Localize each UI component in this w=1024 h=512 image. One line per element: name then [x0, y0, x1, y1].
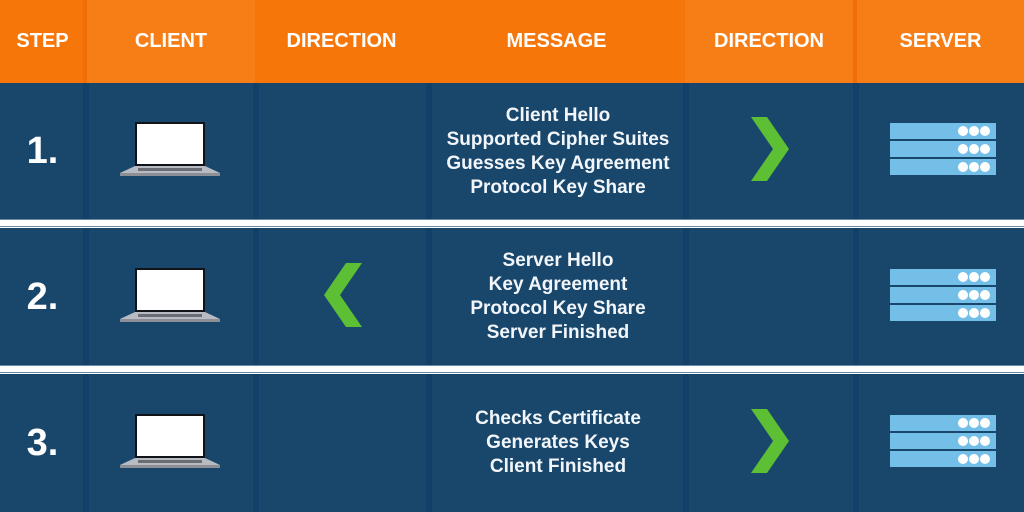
message-line: Client Hello	[505, 104, 611, 126]
header-step: STEP	[16, 30, 69, 52]
chevron-left-icon	[324, 262, 362, 332]
message-line: Supported Cipher Suites	[446, 128, 670, 150]
table-row: 2. Server Hello Key Agreement Protocol Key…	[0, 228, 1024, 366]
step-number: 1.	[26, 130, 59, 172]
message-cell: Checks Certificate Generates Keys Client F…	[434, 374, 682, 512]
server-icon	[889, 268, 996, 326]
direction-left-cell	[261, 374, 425, 512]
laptop-icon	[118, 266, 222, 329]
message-line: Key Agreement	[488, 274, 628, 295]
direction-right-cell	[688, 83, 852, 220]
direction-right-cell	[688, 374, 852, 512]
message-line: Client Finished	[489, 456, 627, 477]
server-icon	[889, 123, 996, 180]
server-cell	[861, 83, 1024, 220]
server-icon	[889, 414, 996, 472]
client-cell	[88, 228, 252, 366]
header-client: CLIENT	[87, 0, 255, 83]
message-line: Checks Certificate	[475, 408, 641, 429]
header-message: MESSAGE	[506, 30, 607, 52]
direction-left-cell	[261, 228, 425, 366]
message-line: Guesses Key Agreement	[446, 152, 670, 174]
client-cell	[88, 83, 252, 220]
message-line: Protocol Key Share	[470, 176, 646, 198]
direction-right-cell	[688, 228, 852, 366]
laptop-icon	[118, 412, 222, 475]
row-separator	[0, 365, 1024, 373]
column-divider	[426, 228, 432, 366]
step-number: 2.	[26, 275, 59, 318]
column-divider	[253, 374, 259, 512]
step-number: 3.	[26, 421, 59, 464]
message-line: Server Finished	[486, 322, 630, 343]
direction-left-cell	[261, 83, 425, 220]
server-cell	[861, 228, 1024, 366]
column-divider	[853, 228, 859, 366]
server-cell	[861, 374, 1024, 512]
client-cell	[88, 374, 252, 512]
message-cell: Client Hello Supported Cipher Suites Guess…	[434, 83, 682, 220]
column-divider	[853, 83, 859, 220]
column-divider	[853, 374, 859, 512]
message-cell: Server Hello Key Agreement Protocol Key Sh…	[434, 228, 682, 366]
message-line: Server Hello	[502, 250, 614, 271]
table-header: STEP CLIENT DIRECTION MESSAGE DIRECTION …	[0, 0, 1024, 83]
column-divider	[253, 83, 259, 220]
message-line: Generates Keys	[486, 432, 630, 453]
column-divider	[426, 374, 432, 512]
chevron-right-icon	[751, 117, 789, 186]
chevron-right-icon	[751, 408, 789, 478]
column-divider	[426, 83, 432, 220]
header-server: SERVER	[857, 0, 1024, 83]
header-direction-right: DIRECTION	[685, 0, 853, 83]
message-line: Protocol Key Share	[470, 298, 646, 319]
header-direction-left: DIRECTION	[286, 30, 397, 52]
laptop-icon	[118, 120, 222, 183]
column-divider	[253, 228, 259, 366]
row-separator	[0, 219, 1024, 227]
table-row: 1. Client Hello Supported Cipher Suites Gu…	[0, 83, 1024, 220]
table-row: 3. Checks Certificate Generates Keys Clien…	[0, 374, 1024, 512]
